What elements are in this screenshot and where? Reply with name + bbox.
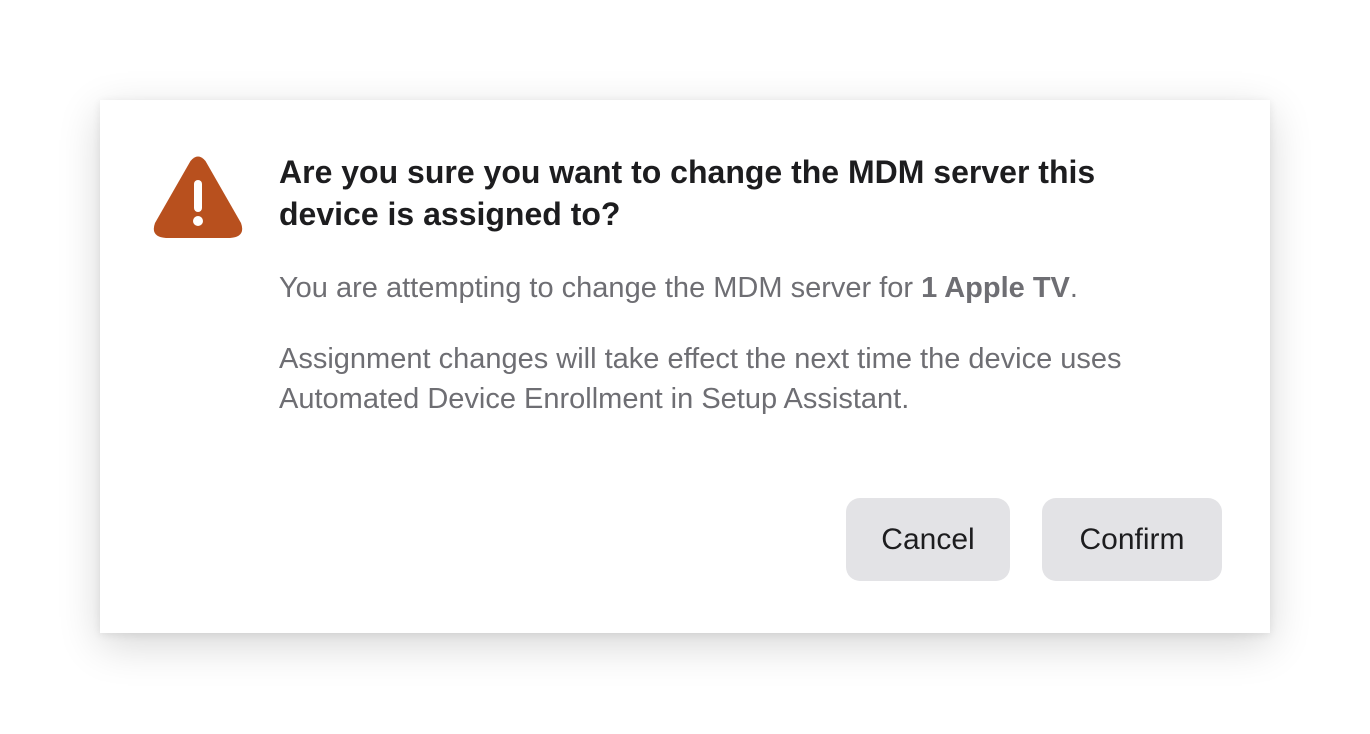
warning-exclamation-dot (193, 216, 203, 226)
dialog-detail: Assignment changes will take effect the … (279, 343, 1122, 415)
device-count-label: 1 Apple TV (921, 272, 1070, 304)
confirm-button[interactable]: Confirm (1042, 498, 1222, 581)
dialog-message: You are attempting to change the MDM ser… (279, 268, 1219, 308)
message-prefix: You are attempting to change the MDM ser… (279, 272, 922, 304)
warning-exclamation-bar (194, 180, 202, 212)
dialog-title: Are you sure you want to change the MDM … (279, 154, 1096, 232)
warning-icon (153, 156, 243, 238)
cancel-button[interactable]: Cancel (846, 498, 1010, 581)
message-suffix: . (1069, 272, 1078, 304)
confirmation-dialog: Are you sure you want to change the MDM … (100, 100, 1270, 633)
